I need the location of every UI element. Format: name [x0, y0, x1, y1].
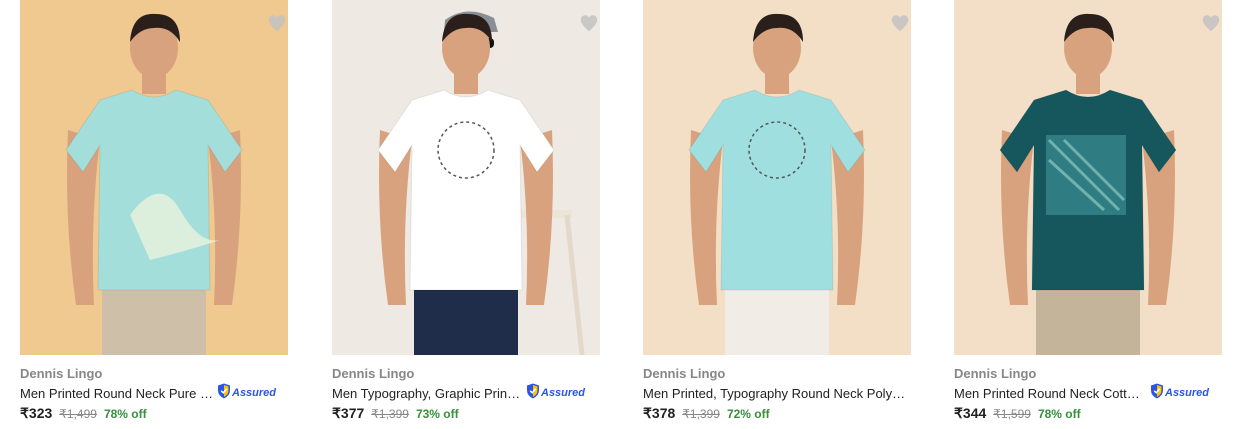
- heart-icon[interactable]: [889, 12, 911, 34]
- price-row: ₹377 ₹1,399 73% off: [332, 405, 459, 422]
- selling-price: ₹378: [643, 405, 676, 421]
- product-image[interactable]: [643, 0, 911, 355]
- original-price: ₹1,399: [682, 407, 720, 421]
- discount-label: 78% off: [1037, 407, 1081, 421]
- discount-label: 72% off: [726, 407, 770, 421]
- product-title-row: Men Printed Round Neck Pure Cotton Light…: [20, 383, 310, 403]
- product-title-row: Men Printed, Typography Round Neck Polyc…: [643, 383, 933, 403]
- product-brand: Dennis Lingo: [20, 366, 103, 381]
- product-title[interactable]: Men Printed, Typography Round Neck Polyc…: [643, 386, 911, 401]
- shield-icon: [526, 383, 540, 404]
- product-card[interactable]: Dennis Lingo Men Typography, Graphic Prin…: [332, 0, 600, 429]
- price-row: ₹344 ₹1,599 78% off: [954, 405, 1081, 422]
- product-card[interactable]: Dennis Lingo Men Printed Round Neck Cotto…: [954, 0, 1222, 429]
- discount-label: 73% off: [415, 407, 459, 421]
- selling-price: ₹344: [954, 405, 987, 421]
- original-price: ₹1,499: [59, 407, 97, 421]
- assured-label: Assured: [232, 387, 277, 399]
- product-card[interactable]: Dennis Lingo Men Printed Round Neck Pure …: [20, 0, 288, 429]
- assured-badge: Assured: [1150, 383, 1209, 404]
- price-row: ₹378 ₹1,399 72% off: [643, 405, 770, 422]
- heart-icon[interactable]: [266, 12, 288, 34]
- product-brand: Dennis Lingo: [332, 366, 415, 381]
- product-brand: Dennis Lingo: [643, 366, 726, 381]
- heart-icon[interactable]: [578, 12, 600, 34]
- original-price: ₹1,599: [993, 407, 1031, 421]
- selling-price: ₹377: [332, 405, 365, 421]
- shield-icon: [1150, 383, 1164, 404]
- assured-label: Assured: [1165, 387, 1210, 399]
- assured-label: Assured: [541, 387, 586, 399]
- product-card[interactable]: Dennis Lingo Men Printed, Typography Roun…: [643, 0, 911, 429]
- price-row: ₹323 ₹1,499 78% off: [20, 405, 147, 422]
- selling-price: ₹323: [20, 405, 53, 421]
- product-title[interactable]: Men Typography, Graphic Print Round Neck…: [332, 386, 522, 401]
- product-title[interactable]: Men Printed Round Neck Cotton Dark Green…: [954, 386, 1146, 401]
- heart-icon[interactable]: [1200, 12, 1222, 34]
- discount-label: 78% off: [103, 407, 147, 421]
- original-price: ₹1,399: [371, 407, 409, 421]
- shield-icon: [217, 383, 231, 404]
- product-title-row: Men Printed Round Neck Cotton Dark Green…: [954, 383, 1241, 403]
- assured-badge: Assured: [526, 383, 585, 404]
- product-title[interactable]: Men Printed Round Neck Pure Cotton Light…: [20, 386, 213, 401]
- product-title-row: Men Typography, Graphic Print Round Neck…: [332, 383, 622, 403]
- product-image[interactable]: [20, 0, 288, 355]
- product-brand: Dennis Lingo: [954, 366, 1037, 381]
- assured-badge: Assured: [217, 383, 276, 404]
- product-image[interactable]: [954, 0, 1222, 355]
- product-image[interactable]: [332, 0, 600, 355]
